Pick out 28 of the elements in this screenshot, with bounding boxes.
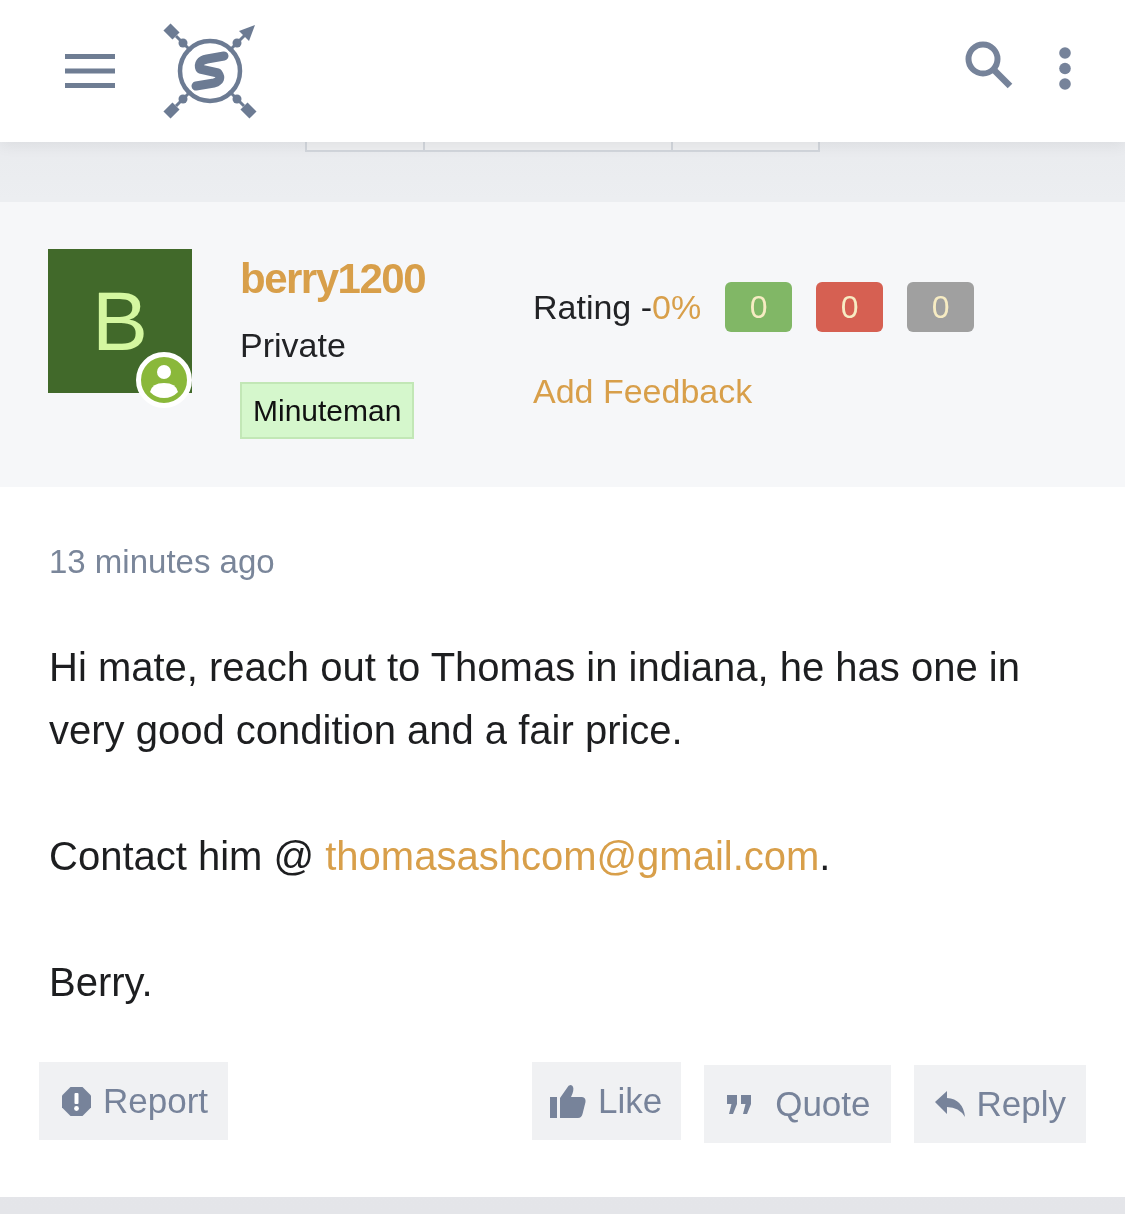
post-paragraph: Hi mate, reach out to Thomas in indiana, he has one in very good condition and a fair price.: [49, 644, 1021, 754]
menu-icon: [65, 54, 115, 88]
more-icon: [1058, 46, 1072, 90]
logo-icon[interactable]: [163, 23, 257, 119]
like-button[interactable]: Like: [531, 1062, 682, 1140]
feedback-count: 0: [907, 282, 975, 332]
user-status-icon: [136, 352, 192, 408]
avatar[interactable]: B: [48, 249, 192, 408]
quote-icon: [727, 1094, 753, 1114]
rating-label: Rating -: [533, 287, 653, 328]
feedback-count: 0: [816, 282, 884, 332]
reply-button[interactable]: Reply: [913, 1065, 1086, 1143]
quote-button[interactable]: Quote: [704, 1065, 891, 1143]
rating-value: 0%: [652, 287, 702, 328]
user-title-tag: Minuteman: [240, 382, 415, 439]
reply-arrow-icon: [934, 1091, 965, 1117]
search-icon: [965, 41, 1013, 89]
post-paragraph: Contact him @ thomasashcom@gmail.com.: [49, 833, 831, 880]
post-paragraph: Berry.: [49, 959, 153, 1006]
username-link[interactable]: berry1200: [240, 255, 425, 303]
alert-icon: [62, 1086, 91, 1116]
report-button[interactable]: Report: [39, 1062, 229, 1140]
email-link[interactable]: thomasashcom@gmail.com: [325, 834, 820, 878]
thumbs-up-icon: [549, 1084, 586, 1118]
feedback-count: 0: [725, 282, 793, 332]
post-time: 13 minutes ago: [49, 542, 275, 582]
add-feedback-link[interactable]: Add Feedback: [533, 369, 753, 413]
user-rank: Private: [240, 325, 346, 366]
